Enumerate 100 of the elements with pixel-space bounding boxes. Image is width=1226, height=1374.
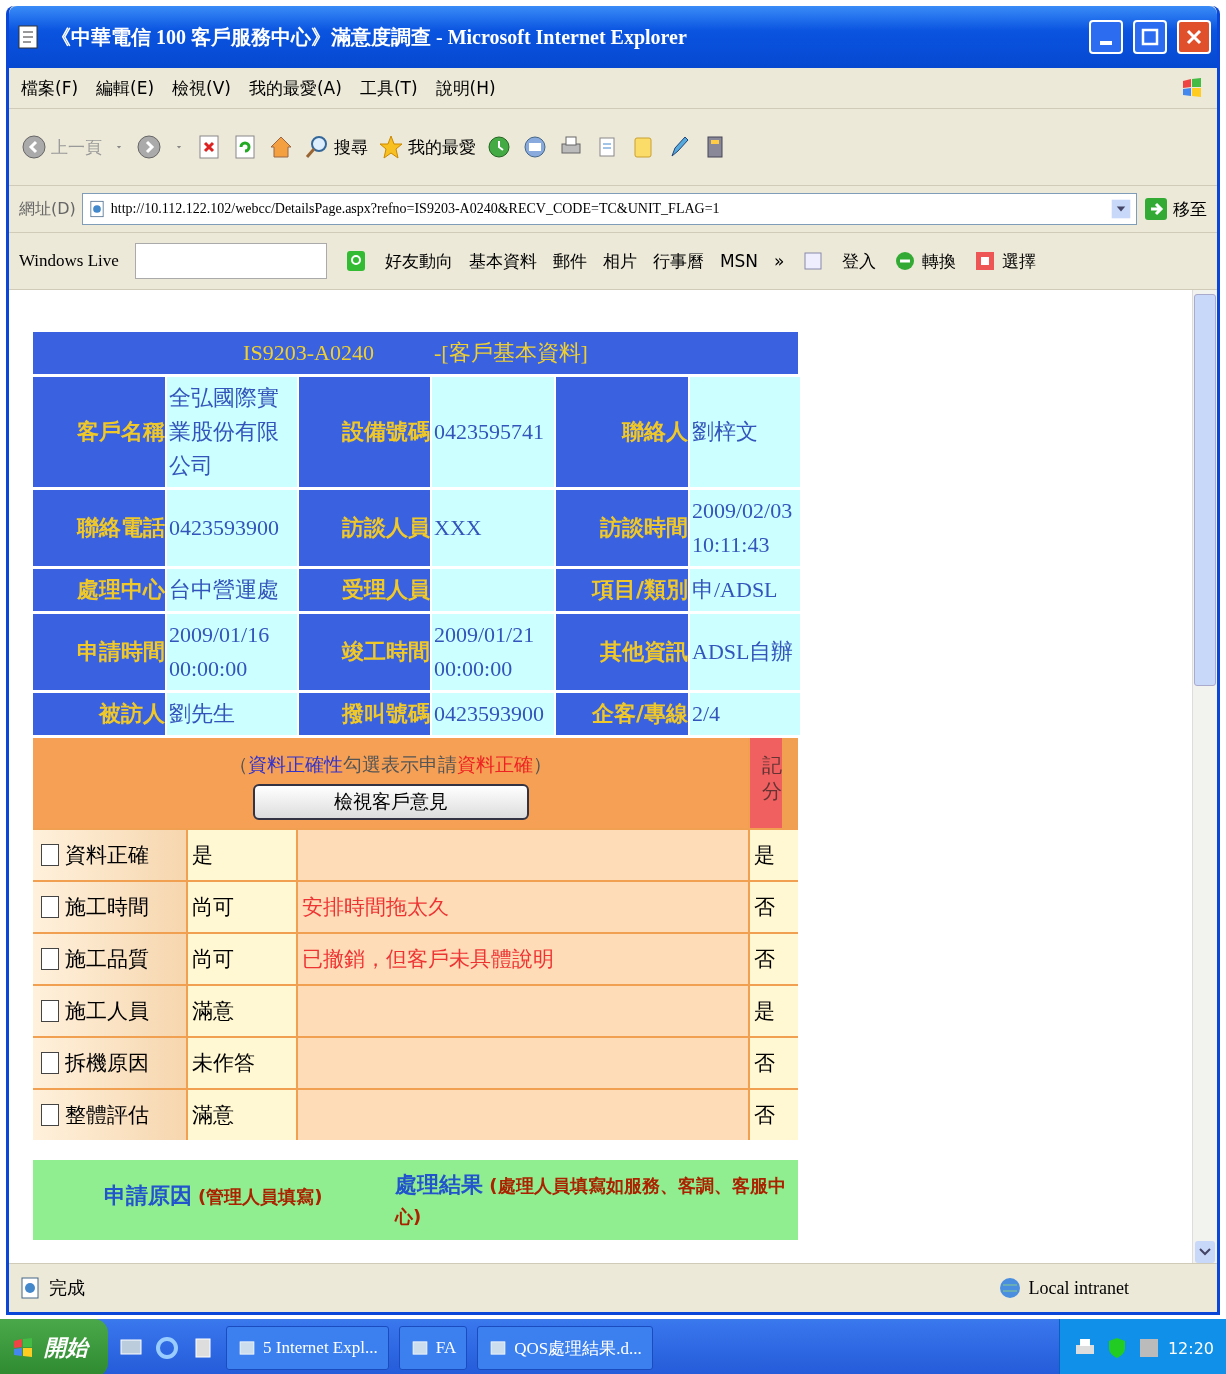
maximize-icon [1140,27,1160,47]
field-value: 劉梓文 [690,377,800,487]
field-value: 申/ADSL [690,569,800,611]
star-icon[interactable] [378,134,404,160]
taskbar-button[interactable]: 5 Internet Expl... [226,1326,389,1370]
answer-text: 尚可 [192,946,234,973]
field-label: 其他資訊 [556,614,688,690]
toolbar-link[interactable]: 行事曆 [652,249,704,273]
favorites-button[interactable]: 我的最愛 [378,134,476,160]
field-value: ADSL自辦 [690,614,800,690]
instruction-note: （資料正確性勾選表示申請資料正確） [229,752,552,777]
close-button[interactable] [1177,20,1211,54]
window-icon[interactable] [488,1338,509,1358]
more-chevron[interactable]: » [774,251,785,271]
minimize-button[interactable] [1089,20,1123,54]
checkbox[interactable] [41,1104,59,1126]
answer-text: 未作答 [192,1050,255,1077]
field-value: XXX [432,490,554,566]
field-value: 2009/01/21 00:00:00 [432,614,554,690]
view-opinion-button[interactable]: 檢視客戶意見 [252,784,529,820]
search-field[interactable] [134,243,327,279]
field-label: 聯絡電話 [33,490,165,566]
menu-item[interactable]: 我的最愛(A) [248,76,342,100]
go-button[interactable]: 移至 [1143,196,1207,222]
search-button[interactable]: 搜尋 [304,134,368,160]
field-value: 2/4 [690,693,800,735]
field-label: 訪談人員 [299,490,430,566]
question-label: 施工品質 [65,946,149,973]
score-text: 否 [754,894,775,921]
checkbox[interactable] [41,948,59,970]
score-text: 是 [754,842,775,869]
field-value: 劉先生 [167,693,297,735]
score-text: 否 [754,1050,775,1077]
page-icon[interactable] [15,24,41,50]
window-title: 《中華電信 100 客戶服務中心》滿意度調查 - Microsoft Internet Explorer [51,24,688,51]
menu-item[interactable]: 檢視(V) [172,76,231,100]
window-icon[interactable] [237,1338,257,1358]
section-heading: 申請原因 (管理人員填寫) [103,1182,323,1210]
field-value: 2009/02/03 10:11:43 [690,490,800,566]
answer-text: 尚可 [192,894,234,921]
toolbar-link[interactable]: 基本資料 [468,249,537,273]
address-field[interactable]: http://10.112.122.102/webcc/DetailsPage.aspx?refno=IS9203-A0240&RECV_CODE=TC&UNIT_FLAG=1 [81,193,1137,225]
comment-cell: 安排時間拖太久 [298,882,748,932]
search-icon[interactable] [304,134,330,160]
toolbar-link[interactable]: 郵件 [552,249,587,273]
menu-item[interactable]: 編輯(E) [96,76,155,100]
dropdown-icon[interactable] [1110,198,1132,220]
checkbox[interactable] [41,1052,59,1074]
field-value: 0423593900 [167,490,297,566]
toolbar-link[interactable]: 相片 [602,249,637,273]
select-button[interactable]: 選擇 [972,248,1037,274]
sign-in-link[interactable]: 登入 [842,249,877,273]
home-icon[interactable] [268,134,294,160]
field-label: 受理人員 [299,569,430,611]
scroll-down-icon[interactable] [1199,1248,1211,1256]
zone-text: Local intranet [1028,1277,1129,1299]
field-label: 訪談時間 [556,490,688,566]
field-value: 台中營運處 [167,569,297,611]
maximize-button[interactable] [1133,20,1167,54]
toolbar-link[interactable]: MSN [719,251,759,271]
field-label: 設備號碼 [299,377,430,487]
record-code: IS9203-A0240 [243,340,374,366]
score-header: 記分 [750,738,782,828]
score-text: 是 [754,998,775,1025]
taskbar-button[interactable]: FA [398,1326,468,1370]
history-icon[interactable] [486,134,512,160]
checkbox[interactable] [41,844,59,866]
field-label: 竣工時間 [299,614,430,690]
field-label: 撥叫號碼 [299,693,430,735]
question-label: 資料正確 [65,842,149,869]
menu-item[interactable]: 說明(H) [435,76,496,100]
field-label: 被訪人 [33,693,165,735]
answer-text: 滿意 [192,1102,234,1129]
refresh-icon[interactable] [232,134,258,160]
scrollbar[interactable] [1192,290,1217,1263]
address-label: 網址(D) [19,198,76,220]
toolbar-brand: Windows Live [19,251,119,271]
menu-item[interactable]: 檔案(F) [21,76,79,100]
question-label: 施工時間 [65,894,149,921]
toolbar-link[interactable]: 好友動向 [384,249,453,273]
field-value: 全弘國際實業股份有限公司 [167,377,297,487]
stop-icon[interactable] [196,134,222,160]
taskbar-button[interactable]: QOS處理結果.d... [477,1326,653,1370]
window-icon[interactable] [409,1338,430,1358]
checkbox[interactable] [41,896,59,918]
field-value: 0423593900 [432,693,554,735]
translate-button[interactable]: 轉換 [892,248,957,274]
clock: 12:20 [1167,1338,1214,1358]
record-title: -[客戶基本資料] [433,339,588,367]
start-button[interactable]: 開始 [0,1319,108,1374]
field-label: 聯絡人 [556,377,688,487]
menu-item[interactable]: 工具(T) [359,76,418,100]
question-label: 施工人員 [65,998,149,1025]
answer-text: 是 [192,842,213,869]
minimize-icon [1100,41,1112,45]
answer-text: 滿意 [192,998,234,1025]
checkbox[interactable] [41,1000,59,1022]
score-text: 否 [754,1102,775,1129]
field-label: 項目/類別 [556,569,688,611]
field-label: 客戶名稱 [33,377,165,487]
